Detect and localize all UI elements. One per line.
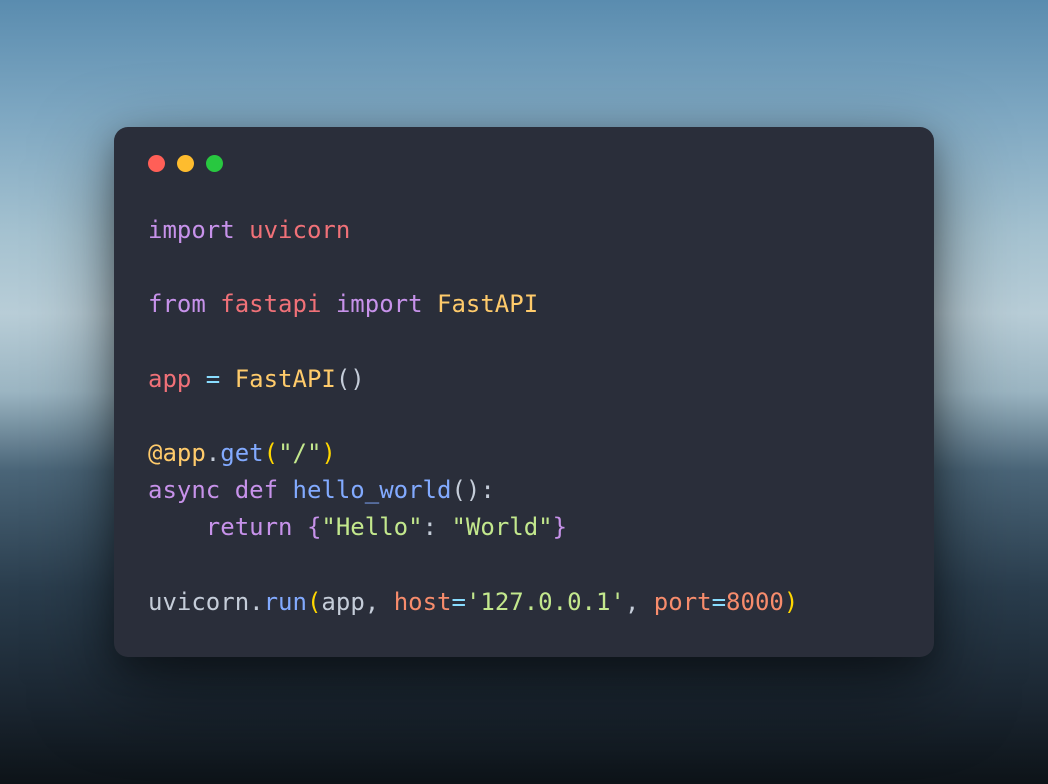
- code-token: hello_world: [293, 476, 452, 504]
- code-token: app: [321, 588, 364, 616]
- code-token: [148, 513, 206, 541]
- code-token: uvicorn: [148, 588, 249, 616]
- code-token: def: [235, 476, 293, 504]
- code-token: FastAPI: [437, 290, 538, 318]
- close-icon[interactable]: [148, 155, 165, 172]
- code-token: (: [307, 588, 321, 616]
- code-token: :: [423, 513, 452, 541]
- code-token: ():: [451, 476, 494, 504]
- code-token: import: [336, 290, 437, 318]
- code-token: "Hello": [321, 513, 422, 541]
- code-token: port: [654, 588, 712, 616]
- code-token: ): [784, 588, 798, 616]
- code-token: .: [249, 588, 263, 616]
- code-token: fastapi: [220, 290, 336, 318]
- code-token: [148, 328, 162, 356]
- code-token: =: [451, 588, 465, 616]
- code-token: ,: [625, 588, 654, 616]
- code-token: @app: [148, 439, 206, 467]
- code-token: uvicorn: [249, 216, 350, 244]
- code-token: ,: [365, 588, 394, 616]
- code-token: (): [336, 365, 365, 393]
- code-token: (: [264, 439, 278, 467]
- code-token: "World": [451, 513, 552, 541]
- code-token: async: [148, 476, 235, 504]
- maximize-icon[interactable]: [206, 155, 223, 172]
- code-token: "/": [278, 439, 321, 467]
- window-titlebar: [144, 155, 904, 172]
- code-token: ): [321, 439, 335, 467]
- code-token: =: [206, 365, 235, 393]
- code-token: '127.0.0.1': [466, 588, 625, 616]
- code-token: import: [148, 216, 249, 244]
- code-token: =: [712, 588, 726, 616]
- minimize-icon[interactable]: [177, 155, 194, 172]
- code-token: [148, 551, 162, 579]
- code-token: 8000: [726, 588, 784, 616]
- code-token: get: [220, 439, 263, 467]
- code-token: host: [394, 588, 452, 616]
- code-token: {: [307, 513, 321, 541]
- code-block: import uvicorn from fastapi import FastA…: [144, 212, 904, 621]
- code-token: run: [264, 588, 307, 616]
- code-token: from: [148, 290, 220, 318]
- code-token: app: [148, 365, 206, 393]
- code-token: [148, 253, 162, 281]
- code-token: .: [206, 439, 220, 467]
- code-token: return: [206, 513, 307, 541]
- code-editor-window: import uvicorn from fastapi import FastA…: [114, 127, 934, 657]
- code-token: }: [553, 513, 567, 541]
- code-token: [148, 402, 162, 430]
- code-token: FastAPI: [235, 365, 336, 393]
